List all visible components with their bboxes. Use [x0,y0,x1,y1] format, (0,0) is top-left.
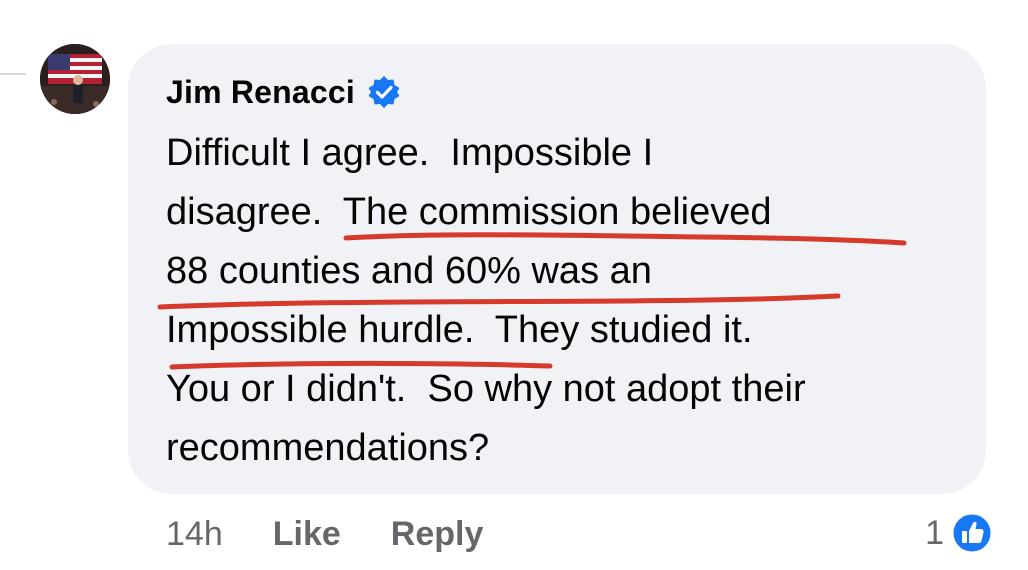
timestamp[interactable]: 14h [166,515,223,554]
like-button[interactable]: Like [273,515,341,554]
comment-text-line: Impossible hurdle. They studied it. [166,309,753,351]
comment-text-line: disagree. The commission believed [166,191,772,233]
author-name[interactable]: Jim Renacci [166,74,355,111]
reaction-count: 1 [925,513,944,552]
comment-actions: 14h Like Reply [166,512,483,556]
thread-connector-line [0,73,26,75]
avatar-photo [40,44,110,114]
reply-button[interactable]: Reply [391,515,484,554]
comment-body: Difficult I agree. Impossible I disagree… [166,124,966,478]
comment-text-line: recommendations? [166,427,490,469]
comment-text-line: Difficult I agree. Impossible I [166,132,654,174]
comment-author-row: Jim Renacci [166,70,401,114]
comment-text-line: You or I didn't. So why not adopt their [166,368,806,410]
verified-badge-icon [368,76,400,108]
reaction-summary[interactable]: 1 [925,510,994,556]
avatar[interactable] [40,44,110,114]
like-reaction-icon [950,511,994,555]
comment-text-line: 88 counties and 60% was an [166,250,652,292]
